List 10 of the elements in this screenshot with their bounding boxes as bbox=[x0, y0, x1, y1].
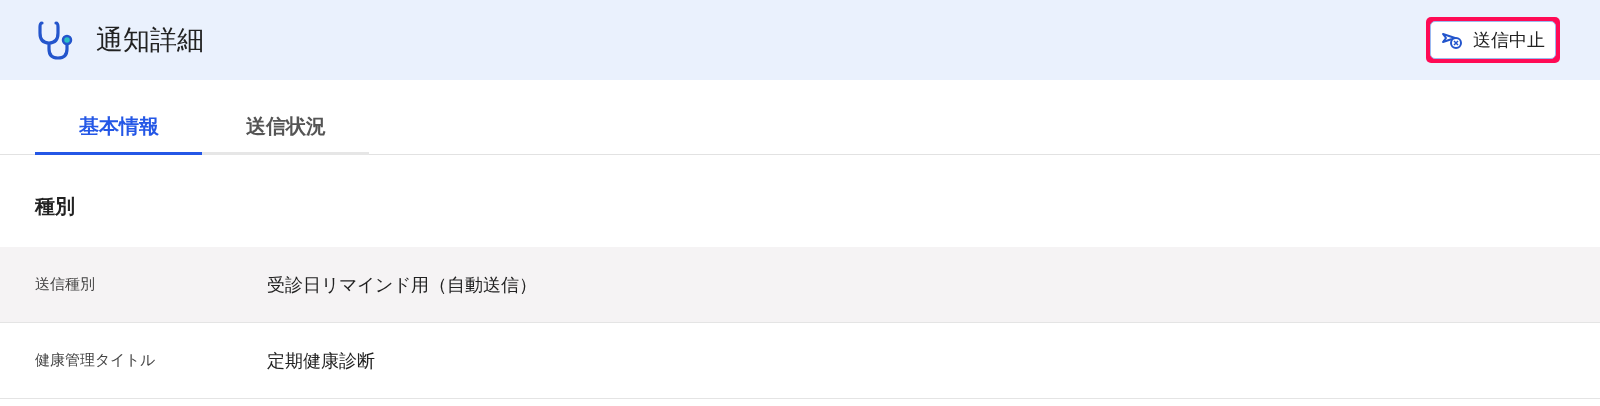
field-value: 定期健康診断 bbox=[267, 348, 376, 373]
field-label: 送信種別 bbox=[35, 275, 96, 294]
page-title: 通知詳細 bbox=[96, 23, 204, 57]
section-title: 種別 bbox=[33, 193, 76, 220]
tab[interactable]: 基本情報 bbox=[35, 100, 202, 155]
stop-sending-button[interactable]: 送信中止 bbox=[1430, 21, 1556, 59]
send-cancel-icon bbox=[1441, 31, 1463, 49]
tab[interactable]: 送信状況 bbox=[202, 100, 369, 155]
field-label: 健康管理タイトル bbox=[35, 351, 156, 370]
field-value: 受診日リマインド用（自動送信） bbox=[267, 272, 538, 297]
